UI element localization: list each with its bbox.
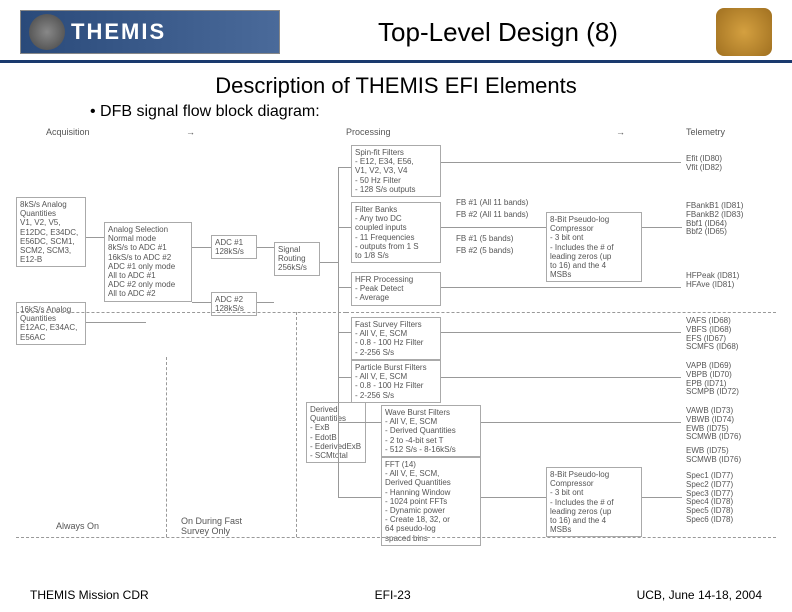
lbl-fb1b: FB #1 (5 bands)	[456, 235, 513, 244]
subtitle: Description of THEMIS EFI Elements	[0, 73, 792, 99]
box-routing: Signal Routing 256kS/s	[274, 242, 320, 276]
lbl-fs: VAFS (ID68) VBFS (ID68) EFS (ID67) SCMFS…	[686, 317, 738, 352]
block-diagram: Acquisition Processing Telemetry → → 8kS…	[16, 127, 776, 547]
footer-left: THEMIS Mission CDR	[30, 588, 149, 602]
box-waveburst: Wave Burst Filters - All V, E, SCM - Der…	[381, 405, 481, 457]
lbl-spec: Spec1 (ID77) Spec2 (ID77) Spec3 (ID77) S…	[686, 472, 733, 525]
lbl-pb: VAPB (ID69) VBPB (ID70) EPB (ID71) SCMPB…	[686, 362, 739, 397]
section-acq: Acquisition	[46, 127, 90, 137]
box-analog-sel: Analog Selection Normal mode 8kS/s to AD…	[104, 222, 192, 302]
page-title: Top-Level Design (8)	[280, 17, 716, 48]
bullet-text: • DFB signal flow block diagram:	[0, 103, 792, 121]
always-on: Always On	[56, 522, 99, 532]
box-adc1: ADC #1 128kS/s	[211, 235, 257, 259]
lbl-fbank: FBankB1 (ID81) FBankB2 (ID83) Bbf1 (ID64…	[686, 202, 743, 237]
themis-logo: THEMIS	[20, 10, 280, 54]
box-filterbanks: Filter Banks - Any two DC coupled inputs…	[351, 202, 441, 263]
box-particleburst: Particle Burst Filters - All V, E, SCM -…	[351, 360, 441, 403]
footer-right: UCB, June 14-18, 2004	[637, 588, 762, 602]
lbl-wb: VAWB (ID73) VBWB (ID74) EWB (ID75) SCMWB…	[686, 407, 741, 442]
emblem-icon	[716, 8, 772, 56]
box-analog16k: 16kS/s Analog Quantities E12AC, E34AC, E…	[16, 302, 86, 345]
section-proc: Processing	[346, 127, 391, 137]
section-tel: Telemetry	[686, 127, 725, 137]
box-compressor1: 8-Bit Pseudo-log Compressor - 3 bit ont …	[546, 212, 642, 282]
box-fft: FFT (14) - All V, E, SCM, Derived Quanti…	[381, 457, 481, 546]
lbl-fb2b: FB #2 (5 bands)	[456, 247, 513, 256]
footer-mid: EFI-23	[375, 588, 411, 602]
lbl-hf: HFPeak (ID81) HFAve (ID81)	[686, 272, 739, 290]
box-analog8k: 8kS/s Analog Quantities V1, V2, V5, E12D…	[16, 197, 86, 267]
lbl-wb2: EWB (ID75) SCMWB (ID76)	[686, 447, 741, 465]
box-hfr: HFR Processing - Peak Detect - Average	[351, 272, 441, 306]
box-fastsurvey: Fast Survey Filters - All V, E, SCM - 0.…	[351, 317, 441, 360]
lbl-fb2a: FB #2 (All 11 bands)	[456, 211, 528, 220]
lbl-fb1a: FB #1 (All 11 bands)	[456, 199, 528, 208]
box-compressor2: 8-Bit Pseudo-log Compressor - 3 bit ont …	[546, 467, 642, 537]
box-derived: Derived Quantities - ExB - EdotB - Ederi…	[306, 402, 366, 463]
box-spinfit: Spin-fit Filters - E12, E34, E56, V1, V2…	[351, 145, 441, 197]
on-fast-survey: On During Fast Survey Only	[181, 517, 242, 537]
lbl-efit: Efit (ID80) Vfit (ID82)	[686, 155, 722, 173]
